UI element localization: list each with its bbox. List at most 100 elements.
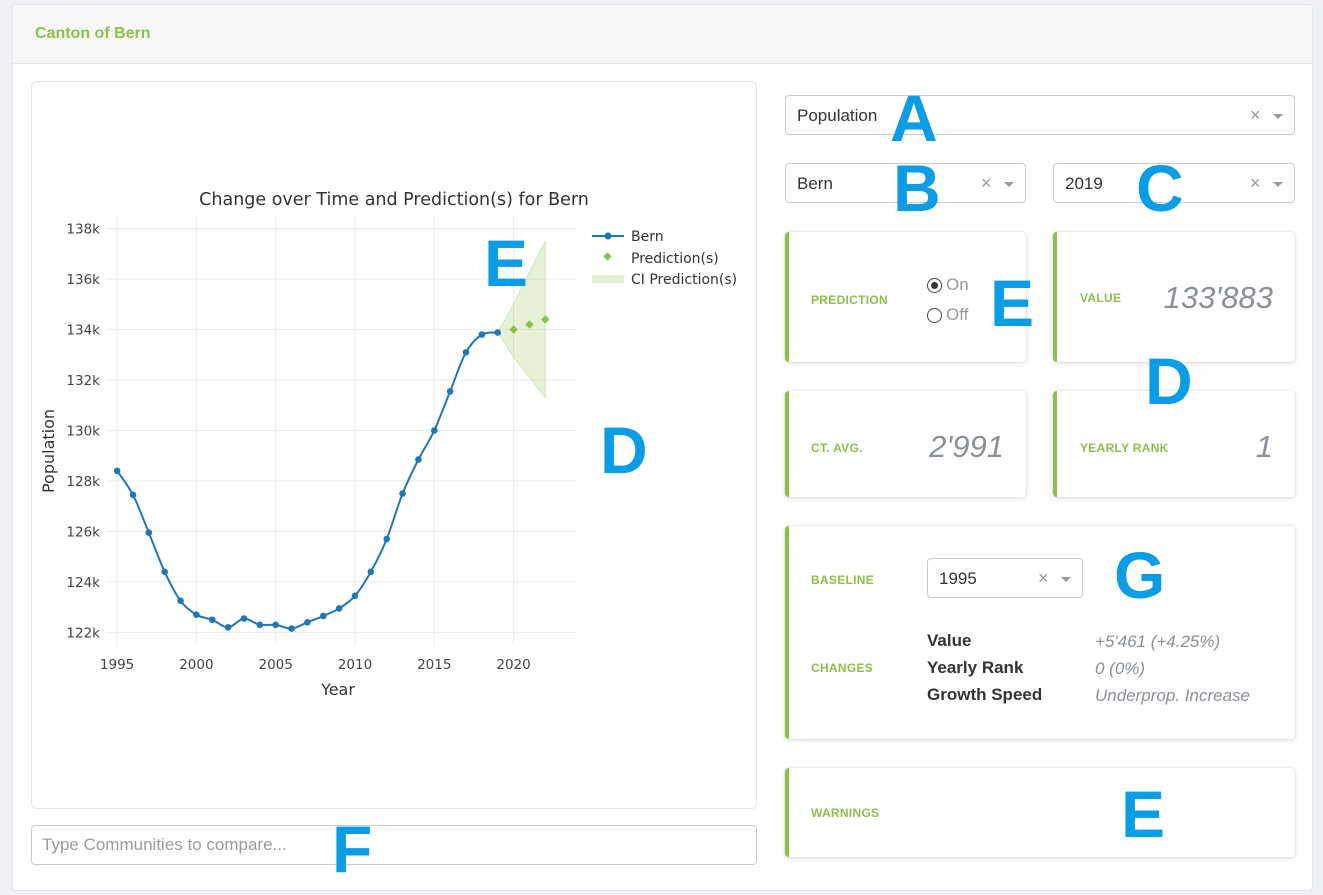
changes-label: CHANGES — [811, 661, 874, 675]
compare-communities-input[interactable] — [31, 825, 757, 865]
y-tick-label: 124k — [66, 575, 100, 591]
clear-icon[interactable]: × — [981, 173, 992, 194]
year-select-value: 2019 — [1065, 174, 1103, 193]
y-tick-label: 132k — [66, 373, 100, 389]
baseline-card: BASELINE 1995 × CHANGES Value +5'461 (+4… — [785, 526, 1295, 739]
chevron-down-icon[interactable] — [1004, 182, 1014, 187]
annotation-letter-e-chart: E — [484, 226, 529, 300]
chart-card: Change over Time and Prediction(s) for B… — [31, 81, 757, 809]
bern-data-point[interactable] — [240, 615, 248, 622]
bern-data-point[interactable] — [193, 611, 200, 619]
clear-icon[interactable]: × — [1250, 105, 1261, 126]
radio-checked-icon[interactable] — [927, 277, 942, 293]
bern-data-point[interactable] — [256, 621, 264, 629]
bern-data-point[interactable] — [446, 388, 454, 395]
warnings-card: WARNINGS — [785, 768, 1295, 857]
chevron-down-icon[interactable] — [1273, 114, 1283, 119]
annotation-letter-e-warnings: E — [1121, 777, 1166, 851]
bern-data-point[interactable] — [399, 490, 406, 497]
indicator-select-value: Population — [797, 106, 878, 125]
canton-average-card: CT. AVG. 2'991 — [785, 391, 1026, 497]
y-tick-label: 122k — [66, 625, 100, 641]
value-card: VALUE 133'883 — [1053, 232, 1295, 362]
y-tick-label: 126k — [66, 524, 100, 540]
x-tick-label: 2005 — [259, 657, 293, 673]
canton-average-label: CT. AVG. — [811, 441, 863, 455]
value-label: VALUE — [1080, 291, 1122, 305]
bern-data-point[interactable] — [430, 427, 438, 434]
bern-data-point[interactable] — [478, 331, 486, 338]
annotation-letter-f: F — [332, 812, 373, 886]
x-tick-label: 2020 — [496, 657, 530, 673]
prediction-on-radio[interactable]: On — [927, 275, 969, 295]
annotation-letter-e-prediction: E — [990, 266, 1035, 340]
x-axis-label: Year — [320, 680, 355, 699]
annotation-letter-c: C — [1136, 151, 1184, 225]
bern-data-point[interactable] — [272, 621, 279, 629]
annotation-letter-a: A — [890, 81, 938, 155]
y-tick-label: 128k — [66, 474, 100, 490]
x-tick-label: 2000 — [179, 657, 213, 673]
bern-data-point[interactable] — [145, 529, 153, 537]
prediction-on-label: On — [946, 275, 969, 294]
bern-data-point[interactable] — [415, 456, 422, 463]
bern-data-point[interactable] — [367, 568, 375, 576]
x-tick-label: 2010 — [338, 657, 372, 673]
bern-data-point[interactable] — [224, 624, 232, 631]
legend-item-prediction[interactable]: Prediction(s) — [603, 251, 719, 267]
yearly-rank-value: 1 — [1255, 429, 1273, 464]
bern-data-point[interactable] — [177, 597, 184, 605]
chevron-down-icon[interactable] — [1061, 577, 1071, 582]
legend-label-prediction: Prediction(s) — [631, 251, 719, 267]
community-select-value: Bern — [797, 174, 833, 193]
radio-unchecked-icon[interactable] — [927, 307, 942, 323]
change-value-value: +5'461 (+4.25%) — [1095, 632, 1221, 651]
y-tick-label: 130k — [66, 424, 100, 440]
bern-data-point[interactable] — [335, 605, 343, 612]
annotation-letter-d-value: D — [1145, 344, 1193, 418]
bern-data-point[interactable] — [319, 612, 327, 620]
legend-label-ci-prediction: CI Prediction(s) — [631, 272, 737, 288]
y-tick-label: 136k — [66, 272, 100, 288]
warnings-label: WARNINGS — [811, 806, 880, 820]
bern-data-point[interactable] — [383, 535, 390, 543]
chart-axes: 122k 124k 126k 128k 130k 132k 134k 136k 138k 1995… — [66, 222, 530, 673]
y-tick-label: 138k — [66, 222, 100, 238]
y-axis-label: Population — [39, 409, 58, 493]
legend-item-ci-prediction[interactable]: CI Prediction(s) — [592, 272, 737, 288]
baseline-select[interactable]: 1995 × — [927, 558, 1083, 598]
annotation-letter-g: G — [1114, 538, 1166, 612]
bern-data-point[interactable] — [351, 592, 359, 600]
canton-average-value: 2'991 — [929, 429, 1004, 464]
indicator-select[interactable]: Population × — [785, 95, 1295, 135]
bern-data-point[interactable] — [129, 491, 137, 499]
bern-data-point[interactable] — [304, 618, 311, 626]
value-number: 133'883 — [1163, 280, 1273, 315]
clear-icon[interactable]: × — [1038, 568, 1049, 589]
change-value-growth-speed: Underprop. Increase — [1095, 686, 1250, 705]
baseline-label: BASELINE — [811, 573, 875, 587]
bern-data-point[interactable] — [113, 467, 121, 475]
chevron-down-icon[interactable] — [1273, 182, 1283, 187]
population-chart[interactable]: Change over Time and Prediction(s) for B… — [32, 82, 758, 810]
chart-legend[interactable]: Bern Prediction(s) CI Prediction(s) — [592, 229, 737, 288]
bern-data-point[interactable] — [288, 625, 295, 632]
clear-icon[interactable]: × — [1250, 173, 1261, 194]
y-tick-label: 134k — [66, 323, 100, 339]
legend-item-bern[interactable]: Bern — [592, 229, 664, 245]
series-marker-layer — [113, 315, 550, 632]
legend-label-bern: Bern — [631, 229, 664, 245]
baseline-select-value: 1995 — [939, 569, 977, 588]
bern-data-point[interactable] — [494, 329, 502, 336]
x-tick-label: 1995 — [100, 657, 134, 673]
chart-title: Change over Time and Prediction(s) for B… — [199, 190, 589, 210]
change-key-value: Value — [927, 631, 972, 650]
prediction-off-radio[interactable]: Off — [927, 305, 968, 325]
bern-data-point[interactable] — [161, 568, 168, 576]
panel-header: Canton of Bern — [13, 5, 1312, 64]
bern-data-point[interactable] — [208, 616, 216, 624]
annotation-letter-b: B — [893, 151, 941, 225]
prediction-label: PREDICTION — [811, 293, 889, 307]
bern-data-point[interactable] — [462, 348, 470, 356]
change-key-growth-speed: Growth Speed — [927, 685, 1043, 704]
